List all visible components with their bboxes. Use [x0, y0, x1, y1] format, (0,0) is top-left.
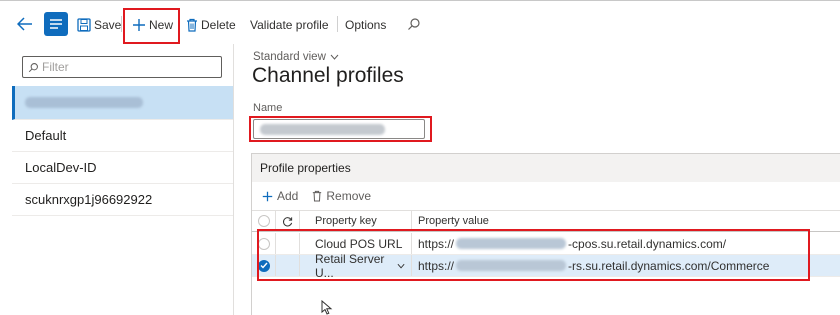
url-suffix: -rs.su.retail.dynamics.com/Commerce: [568, 258, 770, 273]
table-row-selected[interactable]: Retail Server U... https:// -rs.su.retai…: [252, 252, 840, 280]
list-item-redacted[interactable]: [12, 86, 233, 120]
refresh-icon: [283, 216, 293, 226]
menu-lines-icon: [50, 19, 62, 29]
redacted-text: [25, 97, 143, 108]
plus-icon: [262, 191, 273, 201]
add-button[interactable]: Add: [262, 189, 298, 203]
url-suffix: -cpos.su.retail.dynamics.com/: [568, 236, 727, 251]
search-icon: [408, 18, 420, 30]
list-item-label: Default: [25, 128, 67, 143]
redacted-text: [456, 238, 567, 249]
back-button[interactable]: [14, 13, 36, 35]
chevron-down-icon[interactable]: [397, 263, 405, 269]
url-value: https:// -cpos.su.retail.dynamics.com/: [418, 237, 726, 251]
grid-header: Property key Property value: [252, 210, 840, 232]
delete-button[interactable]: Delete: [181, 12, 241, 38]
search-button[interactable]: [403, 13, 425, 35]
select-all-column[interactable]: [252, 211, 276, 231]
view-label: Standard view: [253, 51, 326, 63]
trash-icon: [187, 18, 197, 32]
list-item-scuknrxgp1j96692922[interactable]: scuknrxgp1j96692922: [12, 184, 233, 216]
new-button[interactable]: New: [127, 12, 178, 38]
page-title: Channel profiles: [252, 64, 404, 87]
plus-icon: [133, 19, 145, 31]
options-label: Options: [345, 18, 387, 32]
trash-icon: [313, 190, 322, 202]
options-button[interactable]: Options: [340, 12, 391, 38]
details-pane: Standard view Channel profiles Name Prof…: [240, 44, 840, 315]
toolbar-divider: [121, 16, 122, 32]
list-item-label: LocalDev-ID: [25, 160, 97, 175]
list-item-label: scuknrxgp1j96692922: [25, 192, 153, 207]
property-key-cell[interactable]: Retail Server U...: [300, 252, 412, 280]
url-prefix: https://: [418, 236, 455, 251]
add-label: Add: [277, 189, 299, 203]
mouse-cursor-icon: [321, 300, 333, 315]
save-label: Save: [94, 18, 122, 32]
remove-button[interactable]: Remove: [312, 189, 371, 203]
menu-button[interactable]: [44, 12, 68, 36]
column-header-property-key[interactable]: Property key: [300, 211, 412, 231]
view-selector[interactable]: Standard view: [253, 51, 339, 63]
grid-toolbar: Add Remove: [262, 189, 371, 203]
remove-label: Remove: [326, 189, 372, 203]
property-key-value: Retail Server U...: [315, 251, 385, 280]
refresh-column[interactable]: [276, 211, 300, 231]
new-label: New: [149, 18, 174, 32]
checkmark-icon: [260, 262, 268, 269]
name-field-label: Name: [253, 102, 283, 114]
property-value-cell[interactable]: https:// -cpos.su.retail.dynamics.com/: [412, 233, 792, 254]
save-icon: [77, 18, 91, 32]
row-select-cell[interactable]: [252, 233, 276, 254]
section-header[interactable]: Profile properties: [252, 154, 840, 182]
filter-input[interactable]: [42, 60, 212, 74]
row-spacer-cell: [276, 255, 300, 276]
toolbar-divider: [337, 16, 338, 32]
profile-list-panel: Default LocalDev-ID scuknrxgp1j96692922: [12, 44, 234, 315]
list-item-default[interactable]: Default: [12, 120, 233, 152]
url-value: https:// -rs.su.retail.dynamics.com/Comm…: [418, 259, 769, 273]
row-radio[interactable]: [257, 237, 270, 250]
row-select-cell[interactable]: [252, 255, 276, 276]
redacted-text: [260, 123, 385, 135]
back-arrow-icon: [17, 17, 32, 31]
profile-properties-section: Profile properties Add Remove Property k…: [251, 153, 840, 315]
save-button[interactable]: Save: [72, 12, 126, 38]
list-item-localdev-id[interactable]: LocalDev-ID: [12, 152, 233, 184]
filter-box[interactable]: [22, 56, 222, 78]
redacted-text: [456, 260, 567, 271]
validate-profile-button[interactable]: Validate profile: [245, 12, 334, 38]
row-spacer-cell: [276, 233, 300, 254]
delete-label: Delete: [201, 18, 236, 32]
row-radio-checked[interactable]: [257, 259, 270, 272]
validate-label: Validate profile: [250, 18, 329, 32]
column-header-property-value[interactable]: Property value: [412, 211, 792, 231]
section-title: Profile properties: [260, 161, 351, 175]
select-all-radio[interactable]: [257, 215, 270, 227]
chevron-down-icon: [330, 54, 339, 60]
property-value-cell[interactable]: https:// -rs.su.retail.dynamics.com/Comm…: [412, 255, 792, 276]
url-prefix: https://: [418, 258, 455, 273]
action-pane: Save New Delete Validate profile Options: [0, 0, 840, 44]
search-icon: [28, 62, 38, 72]
name-field[interactable]: [253, 119, 425, 139]
